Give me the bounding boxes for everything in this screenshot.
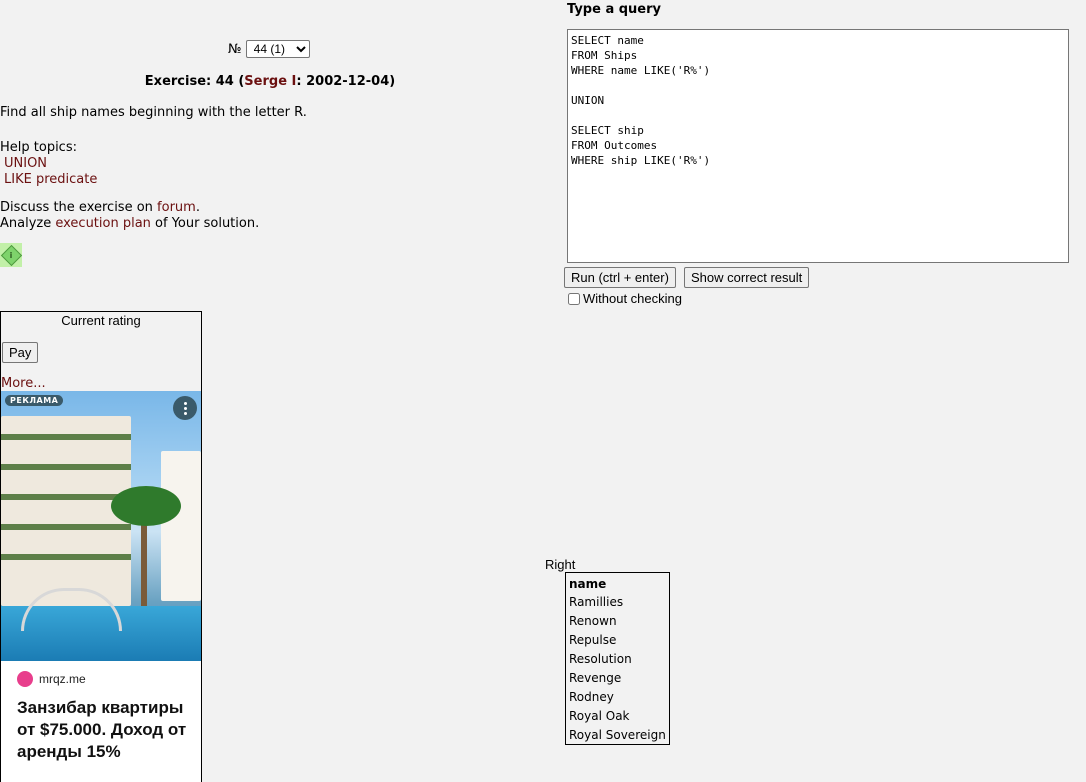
pay-button[interactable]: Pay xyxy=(2,342,39,363)
table-cell: Revenge xyxy=(569,670,622,685)
exercise-title: Exercise: 44 (Serge I: 2002-12-04) xyxy=(0,74,540,89)
execution-plan-link[interactable]: execution plan xyxy=(55,216,151,231)
table-cell: Renown xyxy=(569,613,617,628)
table-cell: Ramillies xyxy=(569,594,624,609)
exercise-title-suffix: : 2002-12-04) xyxy=(296,74,396,89)
without-checking-label: Without checking xyxy=(583,291,682,306)
exercise-author-link[interactable]: Serge I xyxy=(244,74,296,89)
table-cell: Resolution xyxy=(569,651,632,666)
discuss-line: Discuss the exercise on forum. xyxy=(0,200,259,216)
discuss-prefix: Discuss the exercise on xyxy=(0,200,158,215)
table-row: Rodney xyxy=(566,687,670,706)
table-header-row: name xyxy=(566,573,670,593)
show-correct-result-button[interactable]: Show correct result xyxy=(684,267,810,288)
rating-title: Current rating xyxy=(61,313,141,328)
help-topics-label: Help topics: xyxy=(0,140,77,155)
ad-headline[interactable]: Занзибар квартиры от $75.000. Доход от а… xyxy=(17,697,197,763)
help-topic-union[interactable]: UNION xyxy=(0,156,97,172)
query-label: Type a query xyxy=(567,2,662,17)
exercise-number-label: № xyxy=(228,42,242,57)
ad-tower xyxy=(161,451,201,601)
without-checking-checkbox[interactable] xyxy=(568,292,580,305)
ad-domain: mrqz.me xyxy=(17,671,86,687)
exercise-task: Find all ship names beginning with the l… xyxy=(0,105,307,120)
diamond-icon: i xyxy=(0,244,22,266)
table-row: Royal Oak xyxy=(566,706,670,725)
table-row: Repulse xyxy=(566,630,670,649)
table-row: Resolution xyxy=(566,649,670,668)
table-row: Ramillies xyxy=(566,592,670,611)
ad-favicon-icon xyxy=(17,671,33,687)
more-vertical-icon[interactable] xyxy=(173,396,197,420)
discuss-section: Discuss the exercise on forum. Analyze e… xyxy=(0,200,259,232)
exercise-title-prefix: Exercise: 44 ( xyxy=(144,74,245,89)
ad-domain-text: mrqz.me xyxy=(39,672,86,686)
exercise-selector: № 44 (1) xyxy=(228,40,310,58)
table-row: Renown xyxy=(566,611,670,630)
hint-button[interactable]: i xyxy=(0,243,22,267)
result-table: name Ramillies Renown Repulse Resolution… xyxy=(565,572,670,745)
forum-link[interactable]: forum xyxy=(157,200,196,215)
exercise-select[interactable]: 44 (1) xyxy=(245,40,310,58)
column-header-name: name xyxy=(569,576,607,591)
table-cell: Royal Oak xyxy=(569,708,630,723)
result-status: Right xyxy=(545,557,576,572)
discuss-suffix: . xyxy=(195,200,200,215)
table-row: Royal Sovereign xyxy=(566,725,670,745)
table-cell: Rodney xyxy=(569,689,614,704)
analyze-prefix: Analyze xyxy=(0,216,56,231)
table-row: Revenge xyxy=(566,668,670,687)
help-topics: Help topics: UNION LIKE predicate xyxy=(0,140,97,188)
query-input[interactable] xyxy=(567,29,1069,263)
run-button[interactable]: Run (ctrl + enter) xyxy=(564,267,676,288)
rating-panel: Current rating Pay More... РЕКЛАМА mrqz.… xyxy=(0,311,202,782)
more-link[interactable]: More... xyxy=(1,376,46,391)
ad-card[interactable]: mrqz.me Занзибар квартиры от $75.000. До… xyxy=(1,661,201,782)
analyze-line: Analyze execution plan of Your solution. xyxy=(0,216,259,232)
help-topic-like[interactable]: LIKE predicate xyxy=(0,172,97,188)
table-cell: Repulse xyxy=(569,632,617,647)
table-cell: Royal Sovereign xyxy=(569,727,666,742)
analyze-suffix: of Your solution. xyxy=(150,216,260,231)
without-checking[interactable]: Without checking xyxy=(567,291,682,306)
ad-badge: РЕКЛАМА xyxy=(5,395,64,406)
ad-palm-leaves xyxy=(111,486,181,526)
ad-image[interactable]: РЕКЛАМА xyxy=(1,391,201,661)
